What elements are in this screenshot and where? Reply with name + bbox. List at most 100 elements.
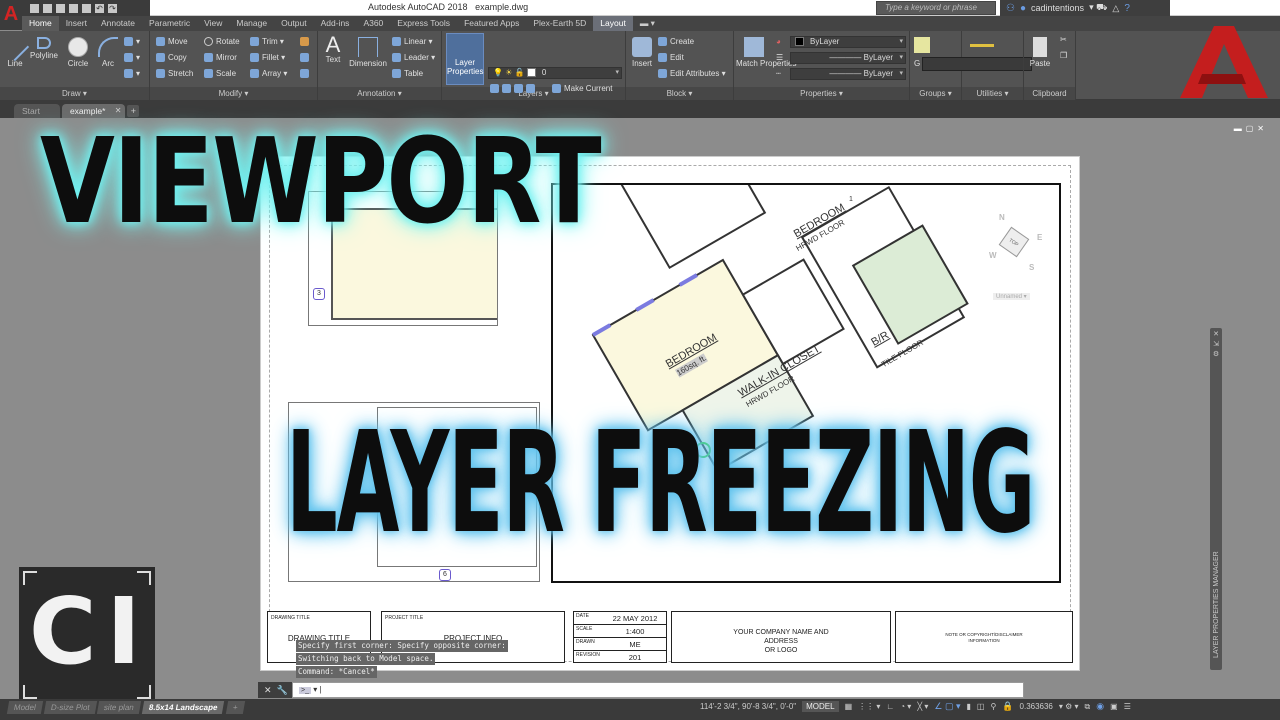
tab-annotate[interactable]: Annotate [94, 16, 142, 31]
command-input[interactable]: >_ ▾ | [292, 682, 1024, 698]
save-as-icon[interactable] [69, 3, 78, 13]
edit-attributes-button[interactable]: Edit Attributes ▾ [658, 69, 726, 79]
measure-icon[interactable] [970, 41, 994, 47]
ortho-icon[interactable]: ∟ [886, 702, 894, 711]
tab-plex-earth[interactable]: Plex-Earth 5D [526, 16, 593, 31]
linear-button[interactable]: Linear ▾ [392, 37, 433, 47]
coordinates-readout[interactable]: 114'-2 3/4", 90'-8 3/4", 0'-0" [700, 702, 796, 711]
compass-east[interactable]: E [1037, 233, 1042, 242]
annotation-scale-icon[interactable]: ⚲ [990, 702, 996, 711]
tab-insert[interactable]: Insert [59, 16, 94, 31]
layout-tab-site-plan[interactable]: site plan [97, 701, 142, 714]
mirror-button[interactable]: Mirror [204, 53, 237, 63]
panel-title-draw[interactable]: Draw ▾ [0, 87, 149, 100]
isodraft-icon[interactable]: ╳ ▾ [917, 702, 928, 711]
tab-manage[interactable]: Manage [229, 16, 274, 31]
viewcube-top-face[interactable]: TOP [998, 226, 1030, 258]
layer-off-icon[interactable] [490, 84, 499, 94]
rotate-button[interactable]: Rotate [204, 37, 240, 47]
layer-dropdown[interactable]: 💡 ☀ 🔓 0 [488, 67, 622, 79]
panel-title-modify[interactable]: Modify ▾ [150, 87, 317, 100]
color-dropdown[interactable]: ByLayer [790, 36, 906, 48]
tab-express-tools[interactable]: Express Tools [390, 16, 457, 31]
table-button[interactable]: Table [392, 69, 423, 79]
layout-tab-landscape[interactable]: 8.5x14 Landscape [142, 701, 225, 714]
customize-icon[interactable]: 🔧 [277, 685, 288, 696]
username[interactable]: cadintentions [1031, 3, 1084, 13]
boundary-button[interactable]: ▾ [124, 69, 140, 79]
autodesk-icon[interactable]: △ [1112, 3, 1119, 14]
panel-title-clipboard[interactable]: Clipboard [1024, 87, 1075, 100]
compass-north[interactable]: N [999, 213, 1005, 222]
scale-readout[interactable]: 0.363636 [1020, 702, 1053, 711]
panel-title-annotation[interactable]: Annotation ▾ [318, 87, 441, 100]
move-button[interactable]: Move [156, 37, 188, 47]
object-snap-icon[interactable]: ∠ ▢ ▾ [934, 701, 960, 712]
help-icon[interactable]: ? [1124, 3, 1130, 14]
isolate-icon[interactable]: ⧉ [1085, 702, 1091, 712]
save-icon[interactable] [56, 3, 65, 13]
lineweight-toggle-icon[interactable]: ▮ [966, 702, 970, 711]
fillet-button[interactable]: Fillet ▾ [250, 53, 285, 63]
create-block-button[interactable]: Create [658, 37, 694, 47]
palette-controls[interactable]: ✕ ⇲ ⚙ [1210, 328, 1222, 360]
new-icon[interactable] [30, 3, 39, 13]
hardware-accel-icon[interactable]: ◉ [1096, 701, 1104, 712]
tab-a360[interactable]: A360 [356, 16, 390, 31]
circle-button[interactable]: Circle [64, 37, 92, 68]
open-icon[interactable] [43, 3, 52, 13]
redo-icon[interactable]: ↷ [108, 3, 117, 13]
workspace-icon[interactable]: ▾ ⚙ ▾ [1059, 702, 1079, 711]
leader-button[interactable]: Leader ▾ [392, 53, 435, 63]
panel-title-groups[interactable]: Groups ▾ [910, 87, 961, 100]
polyline-button[interactable]: Polyline [28, 37, 60, 60]
snap-icon[interactable]: ⋮⋮ ▾ [858, 702, 880, 711]
layer-freeze-icon[interactable] [514, 84, 523, 94]
trim-button[interactable]: Trim ▾ [250, 37, 284, 47]
copy-clip-icon[interactable]: ❐ [1060, 51, 1067, 60]
cut-icon[interactable]: ✂ [1060, 35, 1067, 44]
layer-lock-icon[interactable] [526, 84, 535, 94]
lock-ui-icon[interactable]: 🔒 [1002, 701, 1013, 712]
undo-icon[interactable]: ↶ [95, 3, 104, 13]
layout-tab-d-size-plot[interactable]: D-size Plot [43, 701, 97, 714]
tab-view[interactable]: View [197, 16, 229, 31]
layer-properties-palette[interactable]: ✕ ⇲ ⚙ LAYER PROPERTIES MANAGER [1210, 328, 1222, 670]
model-space-toggle[interactable]: MODEL [802, 701, 839, 712]
viewport-window-controls[interactable]: ▬▢✕ [1234, 124, 1268, 133]
layer-properties-button[interactable]: Layer Properties [446, 33, 484, 85]
arc-button[interactable]: Arc [96, 37, 120, 68]
erase-button[interactable] [300, 37, 312, 47]
rectangle-button[interactable]: ▾ [124, 37, 140, 47]
search-input[interactable]: Type a keyword or phrase [876, 1, 996, 15]
customize-status-icon[interactable]: ☰ [1124, 702, 1131, 711]
viewcube[interactable]: TOP N E S W [983, 209, 1053, 279]
explode-button[interactable] [300, 53, 312, 63]
panel-title-properties[interactable]: Properties ▾ [734, 87, 909, 100]
tab-featured-apps[interactable]: Featured Apps [457, 16, 526, 31]
linetype-dropdown[interactable]: ———— ByLayer [790, 68, 906, 80]
offset-button[interactable] [300, 69, 312, 79]
lineweight-dropdown[interactable]: ———— ByLayer [790, 52, 906, 64]
grid-icon[interactable]: ▦ [845, 702, 853, 711]
cart-icon[interactable]: ▾ ⛟ [1089, 2, 1107, 14]
panel-title-block[interactable]: Block ▾ [626, 87, 733, 100]
layer-isolate-icon[interactable] [502, 84, 511, 94]
group-icon[interactable] [914, 37, 930, 53]
match-properties-button[interactable]: Match Properties [736, 37, 796, 68]
tab-parametric[interactable]: Parametric [142, 16, 197, 31]
paste-button[interactable]: Paste [1028, 37, 1052, 68]
application-menu-button[interactable]: A [0, 0, 22, 30]
panel-title-utilities[interactable]: Utilities ▾ [962, 87, 1023, 100]
plot-icon[interactable] [82, 3, 91, 13]
line-button[interactable]: Line [0, 32, 30, 68]
stretch-button[interactable]: Stretch [156, 69, 193, 79]
group-label[interactable]: G [914, 59, 920, 68]
ucs-dropdown[interactable]: Unnamed ▾ [993, 293, 1030, 300]
dimension-button[interactable]: Dimension [348, 37, 388, 68]
polar-icon[interactable]: ◔ ▾ [900, 702, 911, 711]
edit-block-button[interactable]: Edit [658, 53, 684, 63]
copy-button[interactable]: Copy [156, 53, 187, 63]
text-button[interactable]: A Text [322, 34, 344, 65]
close-command-icon[interactable]: ✕ [264, 685, 272, 696]
